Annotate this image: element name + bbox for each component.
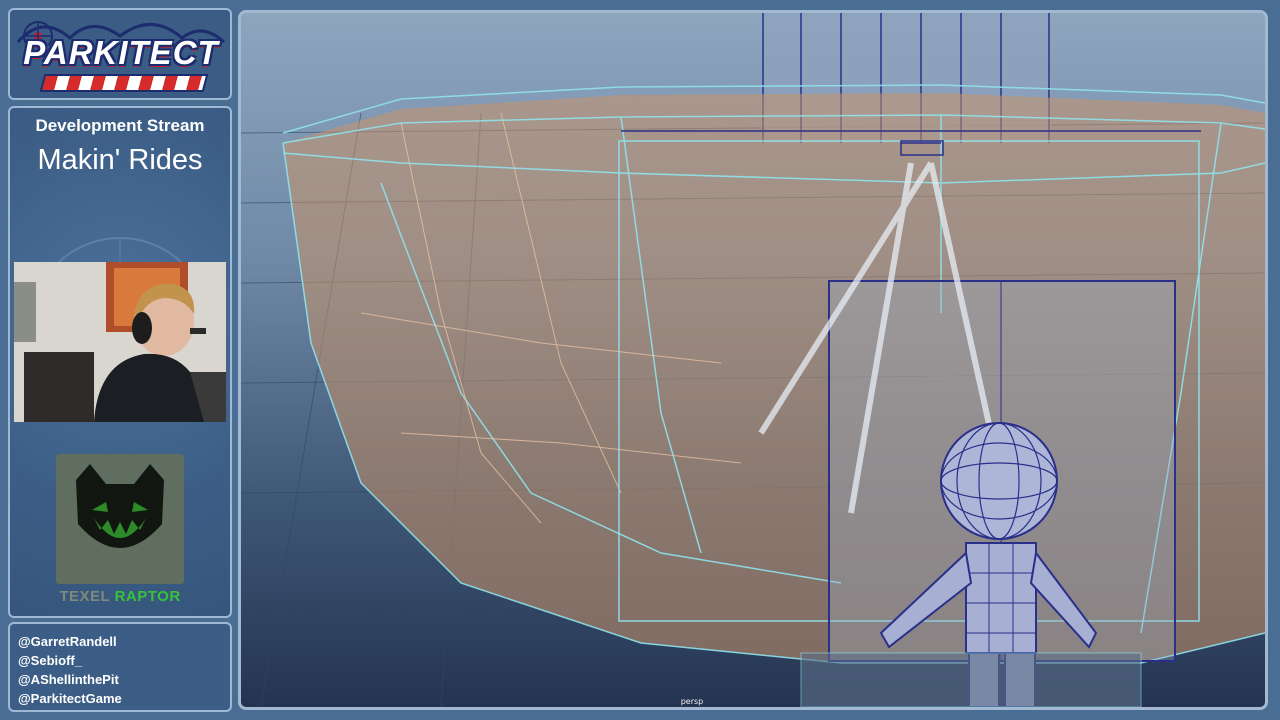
- 3d-viewport[interactable]: persp: [238, 10, 1268, 710]
- raptor-face-icon: [76, 464, 164, 548]
- social-handles-list: @GarretRandell @Sebioff_ @AShellinthePit…: [18, 632, 122, 708]
- pedestal: [800, 652, 1142, 707]
- raptor-word: RAPTOR: [114, 588, 181, 605]
- logo-text: PARKITECT: [23, 34, 219, 71]
- social-panel: @GarretRandell @Sebioff_ @AShellinthePit…: [8, 622, 232, 712]
- wireframe-scene: [241, 13, 1265, 707]
- sidebar: PARKITECT Development Stream Makin' Ride…: [8, 8, 232, 712]
- social-handle: @GarretRandell: [18, 634, 117, 649]
- parkitect-logo: PARKITECT: [12, 16, 230, 96]
- webcam-feed: [14, 262, 226, 422]
- logo-stripe: [39, 74, 209, 92]
- social-handle: @AShellinthePit: [18, 672, 119, 687]
- texel-raptor-wordmark: TEXEL RAPTOR: [10, 588, 230, 605]
- camera-label: persp: [680, 697, 704, 706]
- texel-word: TEXEL: [59, 588, 110, 605]
- stream-title: Development Stream: [35, 116, 205, 135]
- logo-panel: PARKITECT: [8, 8, 232, 100]
- webcam-person-illustration: [14, 262, 226, 422]
- texel-raptor-logo: [56, 454, 184, 584]
- social-handle: @ParkitectGame: [18, 691, 122, 706]
- stream-info-panel: Development Stream Makin' Rides TEXEL RA…: [8, 106, 232, 618]
- social-handle: @Sebioff_: [18, 653, 82, 668]
- stream-subtitle: Makin' Rides: [37, 144, 203, 176]
